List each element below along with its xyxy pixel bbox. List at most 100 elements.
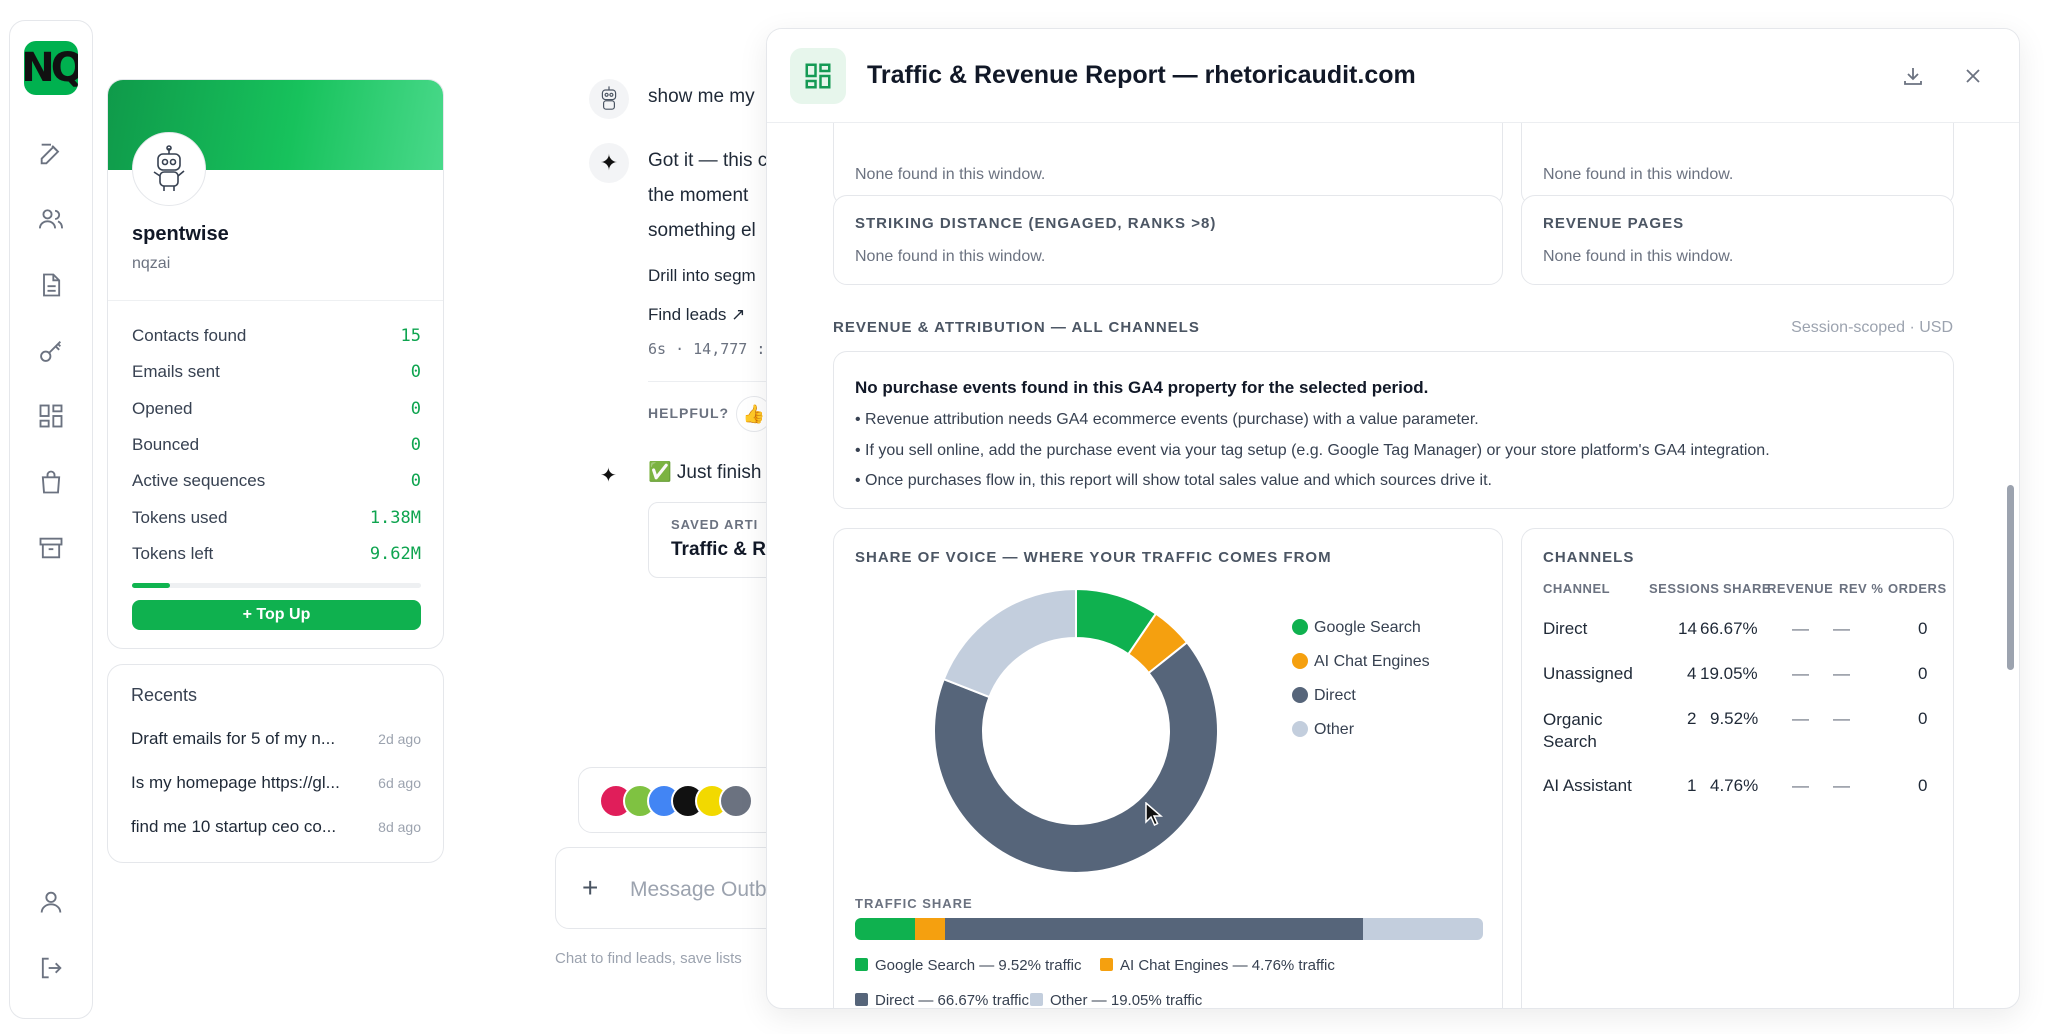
- stat-row: Active sequences 0: [132, 471, 421, 491]
- close-icon: [1966, 69, 1980, 83]
- message-input[interactable]: Message Outb: [630, 878, 767, 902]
- traffic-share-bar: [855, 918, 1483, 940]
- recent-item[interactable]: Is my homepage https://gl... 6d ago: [131, 773, 421, 793]
- archive-icon[interactable]: [36, 533, 66, 563]
- stat-label: Active sequences: [132, 471, 266, 490]
- legend-item: Other: [1292, 721, 1354, 739]
- shopping-bag-icon[interactable]: [36, 467, 66, 497]
- recent-item-date: 8d ago: [378, 819, 421, 835]
- token-progress-bar: [132, 583, 421, 588]
- share-bar-segment-google-search: [855, 918, 915, 940]
- stat-row: Contacts found 15: [132, 326, 421, 346]
- card-empty-text: None found in this window.: [855, 166, 1046, 183]
- stat-row: Tokens left 9.62M: [132, 544, 421, 564]
- message-meta: 6s · 14,777 :: [648, 340, 766, 358]
- integrations-strip[interactable]: [578, 767, 788, 833]
- robot-icon: [153, 145, 185, 191]
- report-title: Traffic & Revenue Report — rhetoricaudit…: [867, 61, 1416, 89]
- plus-icon[interactable]: +: [582, 872, 598, 904]
- logo-text: NQ: [24, 45, 78, 91]
- bar-legend-swatch: [1100, 958, 1113, 971]
- channel-share: 66.67%: [1700, 619, 1758, 638]
- legend-item: AI Chat Engines: [1292, 653, 1430, 671]
- user-chat-avatar: [589, 79, 629, 119]
- document-icon[interactable]: [36, 270, 66, 300]
- stat-label: Emails sent: [132, 362, 220, 381]
- report-panel: None found in this window. None found in…: [766, 28, 2020, 1009]
- legend-label: Direct: [1314, 687, 1356, 704]
- share-bar-segment-other: [1363, 918, 1483, 940]
- recent-item-text: find me 10 startup ceo co...: [131, 817, 337, 836]
- stat-row: Bounced 0: [132, 435, 421, 455]
- legend-label: Other: [1314, 721, 1355, 738]
- legend-swatch: [1292, 721, 1308, 737]
- bar-legend-item: Other — 19.05% traffic: [1030, 992, 1202, 1008]
- brand-logo[interactable]: NQ: [24, 41, 78, 95]
- compose-icon[interactable]: [36, 139, 66, 169]
- attribution-bullet: • Revenue attribution needs GA4 ecommerc…: [855, 411, 1479, 428]
- table-header: SESSIONS: [1649, 581, 1720, 596]
- revenue-pages-card: REVENUE PAGES None found in this window.: [1521, 195, 1954, 285]
- message-composer[interactable]: + Message Outb: [555, 847, 795, 929]
- channel-sessions: 1: [1687, 776, 1697, 795]
- stat-row: Emails sent 0: [132, 362, 421, 382]
- channel-rev-pct: —: [1833, 709, 1850, 728]
- legend-label: AI Chat Engines: [1314, 653, 1430, 670]
- table-header: SHARE: [1723, 581, 1772, 596]
- channel-orders: 0: [1918, 709, 1928, 728]
- profile-handle: nqzai: [132, 255, 171, 272]
- user-icon[interactable]: [36, 887, 66, 917]
- recent-item[interactable]: find me 10 startup ceo co... 8d ago: [131, 817, 421, 837]
- table-header: CHANNEL: [1543, 581, 1611, 596]
- contacts-icon[interactable]: [36, 204, 66, 234]
- drill-link[interactable]: Drill into segm: [648, 266, 756, 286]
- report-header: Traffic & Revenue Report — rhetoricaudit…: [767, 29, 2019, 123]
- top-up-button[interactable]: + Top Up: [132, 600, 421, 630]
- robot-icon: [601, 86, 617, 110]
- bar-legend-label: Direct — 66.67% traffic: [875, 992, 1029, 1009]
- close-button[interactable]: [1958, 61, 1988, 91]
- stat-row: Opened 0: [132, 399, 421, 419]
- attribution-section-title: REVENUE & ATTRIBUTION — ALL CHANNELS: [833, 319, 1200, 336]
- stat-label: Opened: [132, 399, 193, 418]
- saved-artifact-label: SAVED ARTI: [671, 517, 759, 532]
- assistant-line: Got it — this c: [648, 150, 768, 171]
- sparkle-icon: ✦: [600, 465, 617, 487]
- stat-label: Contacts found: [132, 326, 247, 345]
- update-message: ✅ Just finish: [648, 462, 762, 483]
- share-bar-segment-ai-chat-engines: [914, 918, 945, 940]
- channel-rev-pct: —: [1833, 776, 1850, 795]
- key-icon[interactable]: [36, 336, 66, 366]
- channel-share: 9.52%: [1710, 709, 1759, 728]
- share-bar-segment-direct: [944, 918, 1364, 940]
- channel-rev-pct: —: [1833, 664, 1850, 683]
- recent-item-text: Draft emails for 5 of my n...: [131, 729, 336, 748]
- channel-sessions: 4: [1687, 664, 1697, 683]
- card-label: REVENUE PAGES: [1543, 215, 1685, 232]
- channel-orders: 0: [1918, 664, 1928, 683]
- message-divider: [648, 381, 768, 382]
- find-leads-link[interactable]: Find leads ↗: [648, 305, 745, 325]
- profile-card: spentwise nqzai Contacts found 15 Emails …: [107, 79, 444, 649]
- stat-row: Tokens used 1.38M: [132, 508, 421, 528]
- wordpress-icon: [719, 784, 753, 818]
- user-message: show me my: [648, 86, 755, 107]
- recent-item[interactable]: Draft emails for 5 of my n... 2d ago: [131, 729, 421, 749]
- logout-icon[interactable]: [36, 953, 66, 983]
- icon-rail: NQ: [9, 20, 93, 1019]
- bar-legend-swatch: [855, 993, 868, 1006]
- donut-slice-other[interactable]: [942, 587, 1077, 699]
- download-button[interactable]: [1898, 61, 1928, 91]
- report-dashboard-icon: [790, 48, 846, 104]
- channels-card: CHANNELS CHANNEL SESSIONS SHARE REVENUE …: [1521, 528, 1954, 1008]
- channel-rev-pct: —: [1833, 619, 1850, 638]
- report-scrollbar[interactable]: [2007, 485, 2014, 670]
- attribution-scope: Session-scoped · USD: [1791, 319, 1953, 336]
- saved-artifact-title: Traffic & Re: [671, 539, 777, 560]
- dashboard-icon[interactable]: [36, 401, 66, 431]
- channel-share: 4.76%: [1710, 776, 1759, 795]
- assistant-line: the moment: [648, 185, 749, 206]
- traffic-share-label: TRAFFIC SHARE: [855, 896, 973, 911]
- card-empty-text: None found in this window.: [1543, 248, 1734, 265]
- channel-name: AI Assistant: [1543, 776, 1632, 795]
